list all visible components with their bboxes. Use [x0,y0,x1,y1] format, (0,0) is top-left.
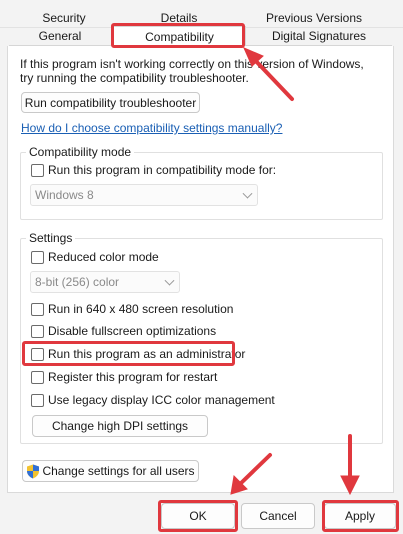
cancel-button[interactable]: Cancel [241,503,315,529]
register-restart-row[interactable]: Register this program for restart [31,370,217,384]
tab-compatibility[interactable]: Compatibility [113,26,246,47]
tab-details[interactable]: Details [150,10,208,27]
reduced-color-label: Reduced color mode [48,250,159,264]
change-all-users-label: Change settings for all users [42,464,195,478]
register-restart-checkbox[interactable] [31,370,44,384]
compat-mode-select[interactable]: Windows 8 [30,184,258,206]
compat-mode-selected: Windows 8 [35,188,94,202]
tab-digital-signatures[interactable]: Digital Signatures [246,28,392,46]
settings-title: Settings [26,231,76,245]
run-admin-row[interactable]: Run this program as an administrator [31,347,245,361]
res-640-checkbox[interactable] [31,302,44,316]
chevron-down-icon [164,275,175,286]
run-admin-checkbox[interactable] [31,347,44,361]
res-640-label: Run in 640 x 480 screen resolution [48,302,234,316]
tab-previous-versions[interactable]: Previous Versions [262,10,366,27]
legacy-icc-label: Use legacy display ICC color management [48,393,275,407]
compat-mode-label: Run this program in compatibility mode f… [48,163,277,177]
disable-fullscreen-row[interactable]: Disable fullscreen optimizations [31,324,216,338]
color-depth-selected: 8-bit (256) color [35,275,120,289]
shield-icon [27,464,40,478]
compat-mode-checkbox[interactable] [31,163,44,177]
chevron-down-icon [242,188,253,199]
intro-line-1: If this program isn't working correctly … [20,57,364,71]
compatibility-mode-title: Compatibility mode [26,145,135,159]
intro-line-2: try running the compatibility troublesho… [20,71,249,85]
res-640-row[interactable]: Run in 640 x 480 screen resolution [31,302,233,316]
troubleshooter-button[interactable]: Run compatibility troubleshooter [21,92,200,113]
run-admin-label: Run this program as an administrator [48,347,246,361]
disable-fullscreen-checkbox[interactable] [31,324,44,338]
register-restart-label: Register this program for restart [48,370,218,384]
change-dpi-button[interactable]: Change high DPI settings [32,415,208,437]
compat-mode-row[interactable]: Run this program in compatibility mode f… [31,163,276,177]
apply-button[interactable]: Apply [324,503,396,529]
disable-fullscreen-label: Disable fullscreen optimizations [48,324,217,338]
tab-security[interactable]: Security [29,10,99,27]
intro-text: If this program isn't working correctly … [20,57,380,85]
settings-group [20,238,383,444]
properties-dialog: Security Details Previous Versions Gener… [0,0,403,534]
ok-button[interactable]: OK [161,503,235,529]
reduced-color-row[interactable]: Reduced color mode [31,250,159,264]
manual-settings-link[interactable]: How do I choose compatibility settings m… [21,121,282,135]
color-depth-select[interactable]: 8-bit (256) color [30,271,180,293]
tab-general[interactable]: General [9,28,111,46]
change-all-users-button[interactable]: Change settings for all users [22,460,199,482]
legacy-icc-checkbox[interactable] [31,393,44,407]
legacy-icc-row[interactable]: Use legacy display ICC color management [31,393,275,407]
reduced-color-checkbox[interactable] [31,250,44,264]
